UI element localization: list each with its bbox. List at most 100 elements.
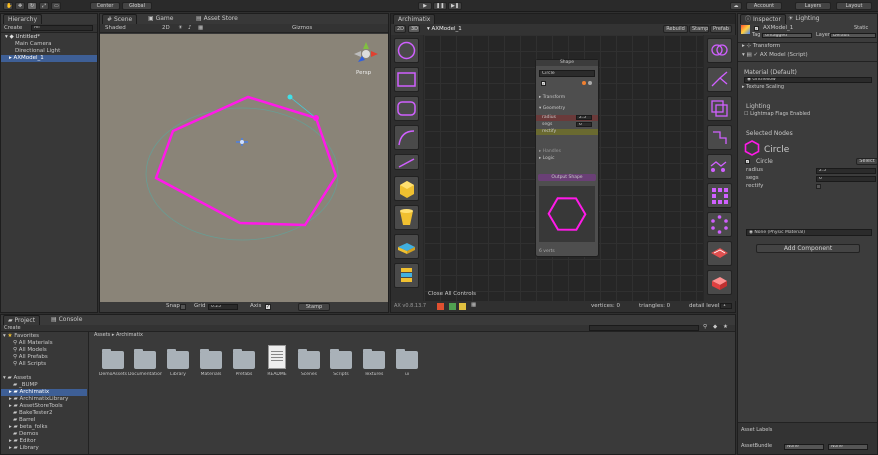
- detail-field[interactable]: 1: [720, 303, 732, 309]
- radius-field[interactable]: 2.5: [576, 115, 592, 120]
- list-item[interactable]: ▰ _BUMP: [13, 382, 38, 389]
- step-button[interactable]: ▶❚: [448, 2, 462, 10]
- list-item[interactable]: ⚲ All Materials: [13, 340, 53, 347]
- breadcrumb-item[interactable]: Assets: [94, 332, 110, 338]
- scene-root[interactable]: ▾ ◆ Untitled*: [5, 34, 40, 41]
- play-button[interactable]: ▶: [418, 2, 432, 10]
- account-dropdown[interactable]: Account: [746, 2, 782, 10]
- folder-icon[interactable]: [363, 349, 385, 369]
- tab-archimatix[interactable]: Archimatix: [393, 14, 436, 24]
- scale-tool-icon[interactable]: ⤢: [39, 2, 49, 10]
- box-mesh-icon[interactable]: [394, 176, 419, 201]
- tab-project[interactable]: ▰ Project: [3, 315, 41, 325]
- circle-shape-icon[interactable]: [394, 38, 419, 63]
- offset-shape-icon[interactable]: [707, 96, 732, 121]
- create-dropdown[interactable]: Create: [4, 325, 21, 332]
- floor-plan-icon[interactable]: [707, 241, 732, 266]
- add-component-button[interactable]: Add Component: [756, 244, 860, 253]
- group-icon[interactable]: [459, 303, 466, 310]
- list-item-selected[interactable]: ▸ AXModel_1: [1, 55, 97, 62]
- script-component[interactable]: ▾ ▤ ✓ AX Model (Script): [742, 52, 808, 59]
- static-toggle[interactable]: Static: [854, 25, 868, 32]
- hand-tool-icon[interactable]: ✋: [3, 2, 13, 10]
- list-item[interactable]: ▸ ▰ Library: [9, 445, 39, 452]
- stack-mesh-icon[interactable]: [394, 263, 419, 288]
- list-item[interactable]: ⚲ All Scripts: [13, 361, 46, 368]
- scene-viewport[interactable]: Persp: [100, 34, 388, 302]
- filter-icon[interactable]: ⚲: [703, 324, 707, 331]
- folder-icon[interactable]: [233, 349, 255, 369]
- logic-foldout[interactable]: ▸ Logic: [539, 155, 554, 162]
- rotate-tool-icon[interactable]: ↻: [27, 2, 37, 10]
- cloud-icon[interactable]: ☁: [730, 2, 742, 10]
- cup-mesh-icon[interactable]: [394, 205, 419, 230]
- lighting-icon[interactable]: ☀: [178, 25, 183, 32]
- object-name-field[interactable]: AXModel_1: [763, 25, 793, 32]
- shading-dropdown[interactable]: Shaded: [105, 25, 126, 32]
- grid-repeater-icon[interactable]: [707, 183, 732, 208]
- shape-merge-icon[interactable]: [707, 38, 732, 63]
- pause-button[interactable]: ❚❚: [433, 2, 447, 10]
- axis-checkbox[interactable]: ✓: [265, 304, 271, 310]
- handles-foldout[interactable]: ▸ Handles: [539, 148, 561, 155]
- folder-icon[interactable]: [167, 349, 189, 369]
- list-item-selected[interactable]: ▸ ▰ Archimatix: [1, 389, 87, 396]
- star-icon[interactable]: ★: [723, 324, 728, 331]
- circle-checkbox[interactable]: ✓: [745, 159, 750, 164]
- mode-2d-button[interactable]: 2D: [394, 25, 406, 33]
- chain-icon[interactable]: [707, 154, 732, 179]
- layer-dropdown[interactable]: Default: [830, 33, 876, 38]
- list-item[interactable]: ▰ Demos: [13, 431, 38, 438]
- list-item[interactable]: ▰ Barrel: [13, 417, 35, 424]
- folder-icon[interactable]: [330, 349, 352, 369]
- folder-icon[interactable]: [396, 349, 418, 369]
- snap-checkbox[interactable]: [180, 304, 186, 310]
- node-settings-icon[interactable]: [588, 81, 592, 85]
- space-toggle[interactable]: Global: [122, 2, 152, 10]
- create-dropdown[interactable]: Create: [4, 25, 22, 32]
- active-checkbox[interactable]: ✓: [754, 26, 759, 31]
- shape-distributor-icon[interactable]: [707, 125, 732, 150]
- effects-icon[interactable]: ▦: [198, 25, 203, 32]
- tab-scene[interactable]: # Scene: [102, 14, 138, 24]
- view-orientation-gizmo-icon[interactable]: [352, 40, 380, 68]
- stamp-button[interactable]: Stamp: [298, 303, 330, 311]
- folder-icon[interactable]: [200, 349, 222, 369]
- rect-tool-icon[interactable]: ▭: [51, 2, 61, 10]
- favorites-node[interactable]: ▾ ★ Favorites: [3, 333, 39, 340]
- prefab-button[interactable]: Prefab: [710, 25, 732, 33]
- document-icon[interactable]: [268, 345, 286, 369]
- lightmap-flags[interactable]: ☐ Lightmap Flags Enabled: [744, 111, 810, 118]
- grid-field[interactable]: 0.25: [208, 304, 238, 310]
- project-search[interactable]: [589, 325, 699, 331]
- folder-icon[interactable]: [134, 349, 156, 369]
- gizmos-dropdown[interactable]: Gizmos: [292, 25, 312, 32]
- radial-repeater-icon[interactable]: [707, 212, 732, 237]
- close-all-controls-button[interactable]: Close All Controls: [428, 291, 476, 298]
- rectify-checkbox[interactable]: [816, 184, 821, 189]
- physic-material-field[interactable]: ◉ None (Physic Material): [746, 229, 872, 236]
- rectangle-shape-icon[interactable]: [394, 67, 419, 92]
- node-enabled-checkbox[interactable]: ✓: [541, 81, 546, 86]
- list-item[interactable]: ▸ ▰ Editor: [9, 438, 36, 445]
- line-shape-icon[interactable]: [394, 154, 419, 170]
- segs-field[interactable]: 6: [576, 122, 592, 127]
- assets-node[interactable]: ▾ ▰ Assets: [3, 375, 31, 382]
- list-item[interactable]: Directional Light: [15, 48, 60, 55]
- grid-icon[interactable]: ▦: [471, 302, 476, 309]
- material-field[interactable]: ◉ GridYellow: [744, 77, 872, 83]
- transform-component[interactable]: ▸ ⊹ Transform: [742, 43, 780, 50]
- hierarchy-search[interactable]: All: [31, 25, 93, 31]
- asset-variant-dropdown[interactable]: None: [828, 444, 868, 450]
- model-icon[interactable]: [437, 303, 444, 310]
- radius-field[interactable]: 2.5: [816, 168, 876, 174]
- persp-label[interactable]: Persp: [356, 70, 371, 77]
- rebuild-button[interactable]: Rebuild: [663, 25, 688, 33]
- move-tool-icon[interactable]: ✥: [15, 2, 25, 10]
- list-item[interactable]: ⚲ All Prefabs: [13, 354, 48, 361]
- audio-icon[interactable]: ♪: [188, 25, 192, 32]
- breadcrumb-item[interactable]: Archimatix: [116, 332, 143, 338]
- tab-console[interactable]: ▤ Console: [47, 315, 86, 325]
- list-item[interactable]: ▸ ▰ AssetStoreTools: [9, 403, 63, 410]
- label-icon[interactable]: ◆: [713, 324, 717, 331]
